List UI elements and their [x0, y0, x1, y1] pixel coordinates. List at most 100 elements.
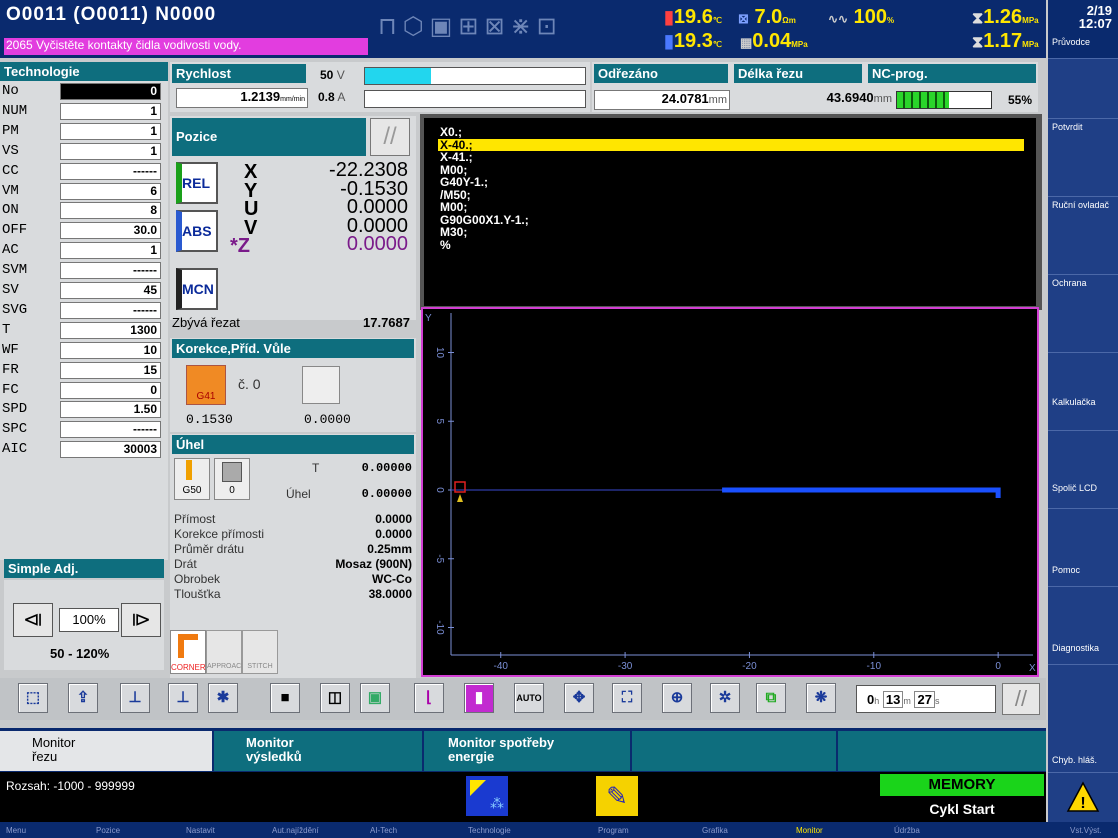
axis-xz-button[interactable]: ⊥: [168, 683, 198, 713]
correction-title: Korekce,Příd. Vůle: [172, 339, 414, 358]
technology-row-label: T: [2, 321, 11, 338]
starfield-icon[interactable]: ⁂: [466, 776, 508, 816]
technology-row-value[interactable]: 30003: [60, 441, 161, 459]
softkey-diagnostics[interactable]: Diagnostika: [1048, 586, 1118, 664]
nc-program-listing[interactable]: X0.; X-40.; X-41.; M00; G40Y-1.;/M50; M00; G90…: [424, 118, 1036, 306]
wrench-icon[interactable]: ✎: [596, 776, 638, 816]
approach-button[interactable]: APPROACH: [206, 630, 246, 674]
fit-button[interactable]: ⛶: [612, 683, 642, 713]
technology-row-value[interactable]: 15: [60, 361, 161, 379]
increase-button[interactable]: ⧐: [121, 603, 161, 637]
technology-row-value[interactable]: 1: [60, 102, 161, 120]
technology-row: T 1300: [0, 321, 168, 340]
zoom-in-button[interactable]: ⊕: [662, 683, 692, 713]
param-label: Korekce přímosti: [174, 527, 265, 541]
technology-row: SVG ------: [0, 301, 168, 320]
alarm-message[interactable]: 2065 Vyčistěte kontakty čidla vodivosti …: [4, 38, 368, 55]
menu-item[interactable]: Monitor: [796, 826, 823, 835]
nc-import-button[interactable]: ⇪: [68, 683, 98, 713]
g41-button[interactable]: G41: [186, 365, 226, 405]
warning-button[interactable]: !: [1048, 772, 1118, 822]
softkey-lcd-saver[interactable]: Spolič LCD: [1048, 430, 1118, 508]
nc-line: X0.;: [440, 125, 463, 139]
technology-row: WF 10: [0, 341, 168, 360]
softkey-help[interactable]: Pomoc: [1048, 508, 1118, 586]
split-view-button[interactable]: ◫: [320, 683, 350, 713]
menu-item[interactable]: Menu: [6, 826, 26, 835]
current-value: 0.8 A: [318, 90, 346, 104]
window-view-button[interactable]: ▣: [360, 683, 390, 713]
softkey-calculator[interactable]: Kalkulačka: [1048, 352, 1118, 430]
technology-row-value[interactable]: 1: [60, 142, 161, 160]
technology-row: VM 6: [0, 182, 168, 201]
technology-row-value[interactable]: 8: [60, 202, 161, 220]
softkey-protection[interactable]: Ochrana: [1048, 274, 1118, 352]
menu-item[interactable]: Program: [598, 826, 629, 835]
softkey-manual-controller[interactable]: Ruční ovladač: [1048, 196, 1118, 274]
guide-button[interactable]: Průvodce: [1048, 36, 1112, 49]
technology-row-value[interactable]: 1: [60, 242, 161, 260]
axis-value: -22.2308: [329, 159, 408, 181]
axis-xyz-button[interactable]: ✱: [208, 683, 238, 713]
menu-item[interactable]: Nastavit: [186, 826, 215, 835]
technology-row-value[interactable]: ------: [60, 262, 161, 280]
g50-button[interactable]: G50: [174, 458, 210, 500]
technology-row-value[interactable]: 30.0: [60, 222, 161, 240]
single-view-button[interactable]: ■: [270, 683, 300, 713]
copy-button[interactable]: ⧉: [756, 683, 786, 713]
technology-row-value[interactable]: ------: [60, 162, 161, 180]
softkey-error-messages[interactable]: Chyb. hláš.: [1048, 664, 1118, 772]
axis-name: U: [244, 198, 259, 220]
tab-empty-1[interactable]: [632, 731, 836, 771]
mcn-mode-button[interactable]: MCN: [176, 268, 218, 310]
menu-item[interactable]: Technologie: [468, 826, 511, 835]
decrease-button[interactable]: ⧏: [13, 603, 53, 637]
technology-row-value[interactable]: 0: [60, 83, 161, 100]
current-bar: [364, 90, 586, 108]
tab-empty-2[interactable]: [838, 731, 1046, 771]
status-icons: ⊓⬡▣⊞⊠⋇⊡: [378, 13, 563, 40]
technology-row-value[interactable]: 6: [60, 182, 161, 200]
tab-cut-monitor[interactable]: Monitor řezu: [0, 731, 212, 771]
zoom-view-button[interactable]: ⬚: [18, 683, 48, 713]
rel-mode-button[interactable]: REL: [176, 162, 218, 204]
menu-item[interactable]: Pozice: [96, 826, 120, 835]
slash-toolbar-icon[interactable]: //: [1002, 683, 1040, 715]
technology-row: AC 1: [0, 241, 168, 260]
cut-path-graph[interactable]: Y X 10 5 0 -5 -10 -40 -30 -20 -10 0: [421, 307, 1039, 677]
tab-energy-monitor[interactable]: Monitor spotřeby energie: [424, 731, 630, 771]
menu-item[interactable]: AI-Tech: [370, 826, 397, 835]
technology-row-value[interactable]: 1.50: [60, 401, 161, 419]
menu-item[interactable]: Aut.najíždění: [272, 826, 319, 835]
technology-row-value[interactable]: 1300: [60, 321, 161, 339]
param-value: 0.25mm: [367, 542, 412, 556]
menu-item[interactable]: Údržba: [894, 826, 920, 835]
technology-row-label: ON: [2, 202, 19, 219]
softkey-empty: [1048, 58, 1118, 118]
menu-item[interactable]: Vst.Výst.: [1070, 826, 1102, 835]
softkey-confirm[interactable]: Potvrdit: [1048, 118, 1118, 196]
slash-icon[interactable]: //: [370, 118, 410, 156]
auto-button[interactable]: AUTO: [514, 683, 544, 713]
rotate-button[interactable]: ❋: [806, 683, 836, 713]
y-tick-label: 0: [434, 487, 445, 493]
technology-row-value[interactable]: ------: [60, 421, 161, 439]
graph-mode-button[interactable]: ⌊: [414, 683, 444, 713]
abs-mode-button[interactable]: ABS: [176, 210, 218, 252]
tab-results-monitor[interactable]: Monitor výsledků: [214, 731, 422, 771]
draw-mode-button[interactable]: ▮: [464, 683, 494, 713]
technology-row: AIC 30003: [0, 440, 168, 459]
technology-row-value[interactable]: ------: [60, 301, 161, 319]
offset-shape-icon[interactable]: [302, 366, 340, 404]
technology-row-label: FR: [2, 361, 19, 378]
pan-button[interactable]: ✥: [564, 683, 594, 713]
voltage-bar: [364, 67, 586, 85]
menu-item[interactable]: Grafika: [702, 826, 728, 835]
technology-row-value[interactable]: 0: [60, 381, 161, 399]
axis-xy-button[interactable]: ⊥: [120, 683, 150, 713]
technology-row-value[interactable]: 1: [60, 122, 161, 140]
technology-row-value[interactable]: 10: [60, 341, 161, 359]
stitch-button[interactable]: STITCH: [242, 630, 278, 674]
zoom-out-button[interactable]: ✲: [710, 683, 740, 713]
technology-row-value[interactable]: 45: [60, 282, 161, 299]
